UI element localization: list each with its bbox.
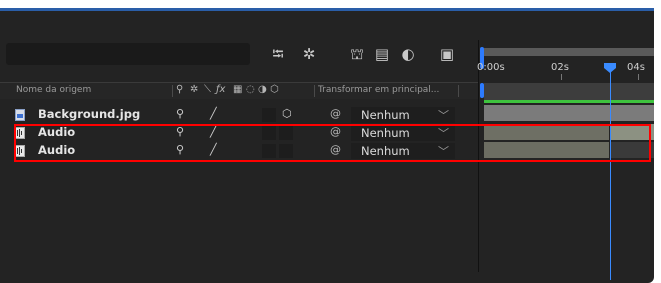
graph-editor-icon[interactable]: ▣ xyxy=(437,43,457,65)
parent-header[interactable]: Transformar em principal... xyxy=(318,85,439,95)
ruler-tick xyxy=(561,74,562,80)
column-separator xyxy=(172,85,173,97)
fx-icon[interactable]: ƒx xyxy=(216,84,225,95)
ruler-label: 0:00s xyxy=(477,62,505,73)
cache-indicator xyxy=(484,100,654,103)
chevron-down-icon: ﹀ xyxy=(438,109,449,122)
quality-switch-icon[interactable]: ╱ xyxy=(210,107,217,120)
selection-highlight xyxy=(14,124,651,162)
frame-blend-icon[interactable]: ▦ xyxy=(233,84,242,95)
3d-layer-icon[interactable]: ⬡ xyxy=(282,107,292,120)
time-navigator[interactable] xyxy=(484,48,654,56)
parent-dropdown[interactable]: Nenhum ﹀ xyxy=(351,107,455,123)
work-area-start-handle[interactable] xyxy=(480,83,484,98)
current-time-indicator-line[interactable] xyxy=(610,66,611,280)
composition-flowchart-icon[interactable]: ⭾ xyxy=(268,43,288,65)
switch-slot[interactable] xyxy=(262,108,276,122)
pick-whip-icon[interactable]: @ xyxy=(330,107,341,120)
shy-icon[interactable]: ✲ xyxy=(190,84,198,95)
search-input[interactable] xyxy=(6,43,250,65)
quality-icon[interactable]: ⟍ xyxy=(204,84,211,95)
frame-blending-icon[interactable]: ▤ xyxy=(372,43,392,65)
app-frame: ⭾ ✲ ⛫ ▤ ◐ ▣ Nome da origem ⚲ ✲ ⟍ ƒx ▦ ◌ … xyxy=(0,0,661,283)
adjustment-layer-icon[interactable]: ◑ xyxy=(258,84,267,95)
ruler-label: 02s xyxy=(551,62,569,73)
draft-3d-icon[interactable]: ✲ xyxy=(299,43,319,65)
work-area-bar[interactable] xyxy=(484,83,654,100)
current-time-indicator[interactable] xyxy=(603,63,617,73)
ruler-label: 04s xyxy=(627,62,645,73)
layer-name[interactable]: Background.jpg xyxy=(38,107,140,121)
motion-blur-icon[interactable]: ◌ xyxy=(246,84,255,95)
3d-layer-icon[interactable]: ⬡ xyxy=(270,84,279,95)
motion-blur-icon[interactable]: ◐ xyxy=(398,43,418,65)
column-separator xyxy=(314,85,315,97)
source-name-header[interactable]: Nome da origem xyxy=(16,85,91,95)
puppet-pin-icon[interactable]: ⚲ xyxy=(176,107,184,120)
shy-layers-icon[interactable]: ⛫ xyxy=(347,43,367,65)
layer-column-header: Nome da origem ⚲ ✲ ⟍ ƒx ▦ ◌ ◑ ⬡ Transfor… xyxy=(0,83,478,99)
layer-row[interactable]: Background.jpg ⚲ ╱ ⬡ @ Nenhum ﹀ xyxy=(0,106,478,124)
ruler-tick xyxy=(638,74,639,80)
image-file-icon xyxy=(15,109,25,121)
parent-value: Nenhum xyxy=(361,108,410,122)
puppet-pin-icon[interactable]: ⚲ xyxy=(176,84,183,95)
column-separator xyxy=(458,85,459,97)
layer-bar-background[interactable] xyxy=(484,105,654,121)
